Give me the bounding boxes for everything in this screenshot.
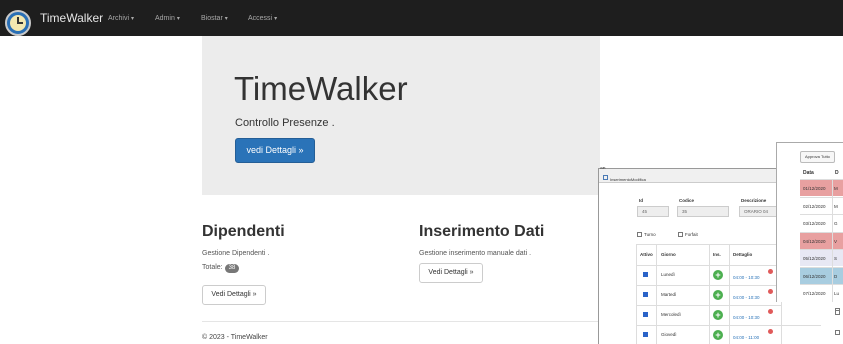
approval-window: Approva Tutto Data D 01/12/2020 M 02/12/20… [776,142,843,302]
row-checkbox[interactable] [835,330,840,335]
row-date: 07/12/2020 [803,291,826,296]
approval-row[interactable]: 05/12/2020 S [800,249,843,267]
row-day-abbr: D [834,273,838,279]
inserimento-description: Gestione inserimento manuale dati . [419,250,532,257]
row-day-abbr: G [834,221,838,226]
id-field[interactable]: 45 [637,206,669,217]
nav-menu-archivi[interactable]: Archivi ▾ [108,15,134,22]
day-label: Martedì [661,292,677,297]
count-badge: 38 [224,264,240,273]
th-giorno: Giorno [661,252,676,257]
time-range[interactable]: 04:00 - 10:30 [733,315,760,320]
row-day-abbr: M [834,186,838,191]
th-data: Data [803,170,814,176]
inserimento-details-button[interactable]: Vedi Dettagli » [419,263,483,283]
row-day-abbr: V [834,238,838,244]
brand-link[interactable]: TimeWalker [40,11,103,25]
time-range[interactable]: 04:00 - 10:30 [733,275,760,280]
inserimento-title: Inserimento Dati [419,223,545,240]
row-date: 05/12/2020 [803,256,826,261]
remove-icon[interactable] [768,329,773,334]
navbar: TimeWalker Archivi ▾ Admin ▾ Biostar ▾ Acce… [0,0,843,36]
jumbotron-details-button[interactable]: vedi Dettagli » [235,138,315,163]
descrizione-label: Descrizione [741,198,767,203]
caret-down-icon: ▾ [131,16,135,22]
time-range[interactable]: 04:00 - 10:30 [733,295,760,300]
forfait-label: Forfait [685,232,698,237]
add-icon[interactable]: + [713,290,723,300]
th-day: D [835,170,839,176]
day-label: Lunedì [661,272,675,277]
remove-icon[interactable] [768,269,773,274]
caret-down-icon: ▾ [176,16,180,22]
codice-label: Codice [679,198,695,203]
attivo-checkbox[interactable] [643,272,648,277]
attivo-checkbox[interactable] [643,312,648,317]
dipendenti-description: Gestione Dipendenti . [202,250,270,257]
codice-field[interactable]: 35 [677,206,729,217]
add-icon[interactable]: + [713,330,723,340]
attivo-checkbox[interactable] [643,332,648,337]
add-icon[interactable]: + [713,270,723,280]
row-date: 01/12/2020 [803,186,826,191]
row-date: 02/12/2020 [803,203,826,209]
descrizione-field[interactable]: ORARIO 04 [739,206,779,217]
row-checkbox[interactable] [835,310,840,315]
approval-row[interactable]: 02/12/2020 M [800,196,843,215]
jumbotron: TimeWalker Controllo Presenze . vedi Det… [202,36,600,195]
th-attivo: Attivo [640,252,653,257]
row-day-abbr: Lu [834,291,840,296]
dipendenti-count: Totale: 38 [202,264,240,273]
forfait-checkbox[interactable] [678,232,683,237]
dipendenti-title: Dipendenti [202,223,285,240]
add-icon[interactable]: + [713,310,723,320]
row-day-abbr: M [834,203,838,209]
approve-all-button[interactable]: Approva Tutto [800,151,835,163]
footer-divider [202,321,600,322]
dipendenti-details-button[interactable]: Vedi Dettagli » [202,285,266,305]
caret-down-icon: ▾ [274,16,278,22]
remove-icon[interactable] [768,289,773,294]
approval-row[interactable]: 07/12/2020 Lu [800,284,843,302]
row-day-abbr: S [834,256,838,261]
nav-menu-admin[interactable]: Admin ▾ [155,15,180,22]
id-label: Id [639,198,643,203]
footer-text: © 2023 - TimeWalker [202,334,268,341]
clock-logo-icon[interactable] [5,10,31,36]
approval-row[interactable]: 06/12/2020 D [800,266,843,285]
approval-row[interactable]: 01/12/2020 M [800,179,843,197]
jumbotron-subtitle: Controllo Presenze . [235,117,335,129]
row-date: 03/12/2020 [803,221,826,226]
jumbotron-title: TimeWalker [234,70,408,107]
turno-label: Turno [644,232,656,237]
th-ins: Ins. [713,252,721,257]
row-date: 04/12/2020 [803,238,826,244]
window-icon [603,175,608,180]
nav-menu-accessi[interactable]: Accessi ▾ [248,15,277,22]
approval-row[interactable]: 04/12/2020 V [800,231,843,250]
day-label: Mercoledì [661,312,681,317]
attivo-checkbox[interactable] [643,292,648,297]
day-label: Giovedì [661,332,677,337]
time-range[interactable]: 04:00 - 11:00 [733,335,759,340]
caret-down-icon: ▾ [224,16,228,22]
turno-checkbox[interactable] [637,232,642,237]
row-date: 06/12/2020 [803,273,826,279]
th-dettaglio: Dettaglio [733,252,753,257]
approval-row[interactable]: 03/12/2020 G [800,214,843,232]
remove-icon[interactable] [768,309,773,314]
window-title: InserimentoModifica [610,177,646,182]
nav-menu-biostar[interactable]: Biostar ▾ [201,15,228,22]
